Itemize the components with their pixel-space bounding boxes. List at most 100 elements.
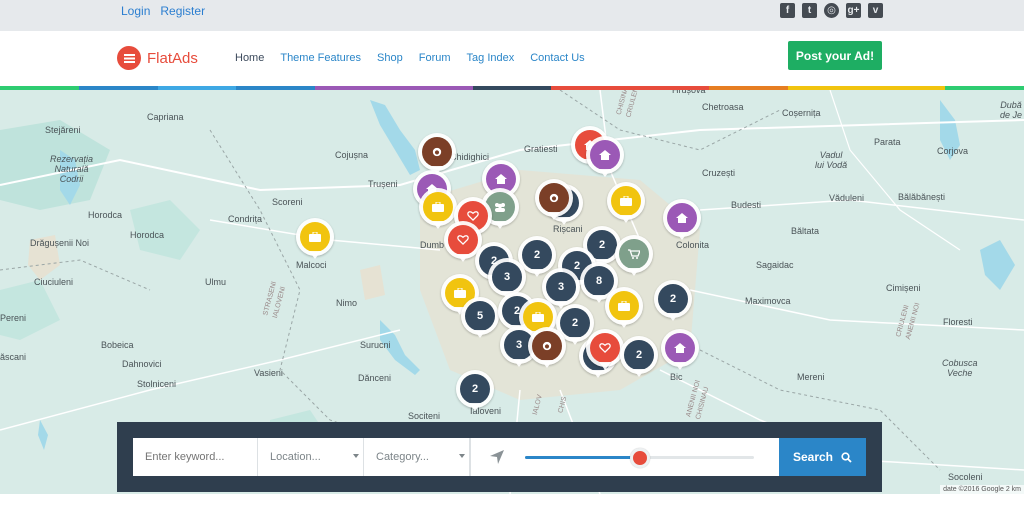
- map-place-label: Corjova: [937, 146, 969, 156]
- map-place-label: Capriana: [147, 112, 184, 122]
- location-select[interactable]: Location...: [258, 438, 364, 476]
- map-place-label: Chetroasa: [702, 102, 744, 112]
- briefcase-icon: [609, 291, 639, 321]
- briefcase-icon: [300, 222, 330, 252]
- radius-slider-handle[interactable]: [629, 448, 650, 468]
- map-place-label: Ulmu: [205, 277, 227, 287]
- map-place-label: Bobeica: [101, 340, 134, 350]
- map-marker[interactable]: [615, 235, 653, 276]
- map-place-label: Gratiesti: [524, 144, 558, 154]
- search-button[interactable]: Search: [779, 438, 866, 476]
- map-place-label: Vasieni: [254, 368, 283, 378]
- top-bar: Login Register f t ◎ g+ v: [0, 0, 1024, 31]
- map-place-label: Dahnovici: [122, 359, 162, 369]
- map-place-label: Bic: [670, 372, 683, 382]
- house-icon: [667, 203, 697, 233]
- map-marker[interactable]: [663, 199, 701, 240]
- map-marker[interactable]: [586, 136, 624, 177]
- map-place-label: Dumb: [420, 240, 445, 250]
- list-icon: [117, 46, 141, 70]
- post-ad-button[interactable]: Post your Ad!: [788, 41, 882, 70]
- search-button-label: Search: [792, 450, 834, 464]
- map-place-label: Trușeni: [368, 179, 398, 189]
- map-place-label: Colonita: [676, 240, 710, 250]
- map-cluster-marker[interactable]: 2: [456, 370, 494, 411]
- nav-contact-us[interactable]: Contact Us: [530, 52, 584, 64]
- map-place-label: Socoleni: [948, 472, 983, 482]
- cluster-count: 2: [624, 340, 654, 370]
- map-place-label: Rișcani: [553, 224, 583, 234]
- map-place-label: Cruzești: [702, 168, 736, 178]
- nav-forum[interactable]: Forum: [419, 52, 451, 64]
- map-marker[interactable]: [605, 287, 643, 328]
- map-marker[interactable]: [661, 329, 699, 370]
- map-place-label: Horodca: [130, 230, 165, 240]
- location-select-value: Location...: [270, 451, 321, 463]
- keyword-field[interactable]: [133, 438, 258, 476]
- map-marker[interactable]: [607, 182, 645, 223]
- map-place-label: Văduleni: [829, 193, 865, 203]
- map-cluster-marker[interactable]: 2: [620, 336, 658, 377]
- brand-name: FlatAds: [147, 49, 198, 67]
- map-place-label: Floresti: [943, 317, 973, 327]
- cluster-count: 2: [522, 240, 552, 270]
- auth-links: Login Register: [121, 4, 205, 18]
- map-marker[interactable]: [535, 179, 573, 220]
- cluster-count: 2: [460, 374, 490, 404]
- page-content: [0, 494, 1024, 525]
- map-place-label: Scoreni: [272, 197, 303, 207]
- cluster-count: 3: [546, 272, 576, 302]
- map-place-label: Cojușna: [335, 150, 369, 160]
- nav-tag-index[interactable]: Tag Index: [467, 52, 515, 64]
- map-place-label: Condrița: [228, 214, 263, 224]
- map-marker[interactable]: [528, 327, 566, 368]
- map-marker[interactable]: [419, 188, 457, 229]
- nav-home[interactable]: Home: [235, 52, 264, 64]
- location-arrow-icon[interactable]: [489, 449, 505, 465]
- social-links: f t ◎ g+ v: [780, 3, 883, 18]
- briefcase-icon: [611, 186, 641, 216]
- register-link[interactable]: Register: [160, 4, 205, 18]
- google-plus-icon[interactable]: g+: [846, 3, 861, 18]
- category-select-value: Category...: [376, 451, 429, 463]
- vimeo-icon[interactable]: v: [868, 3, 883, 18]
- radius-slider[interactable]: [525, 448, 754, 468]
- category-select[interactable]: Category...: [364, 438, 470, 476]
- map-marker[interactable]: [418, 133, 456, 174]
- search-icon: [841, 451, 852, 463]
- github-icon: [539, 183, 569, 213]
- map-marker[interactable]: [296, 218, 334, 259]
- twitter-icon[interactable]: t: [802, 3, 817, 18]
- dribbble-icon[interactable]: ◎: [824, 3, 839, 18]
- keyword-input[interactable]: [145, 451, 257, 463]
- login-link[interactable]: Login: [121, 4, 150, 18]
- map-cluster-marker[interactable]: 3: [488, 258, 526, 299]
- facebook-icon[interactable]: f: [780, 3, 795, 18]
- map-place-label: Bălăbănești: [898, 192, 946, 202]
- site-header: FlatAds Home Theme Features Shop Forum Tag I…: [0, 31, 1024, 86]
- nav-theme-features[interactable]: Theme Features: [280, 52, 361, 64]
- map-place-label: Surucni: [360, 340, 391, 350]
- house-icon: [665, 333, 695, 363]
- map-cluster-marker[interactable]: 5: [461, 297, 499, 338]
- map-place-label: Sociteni: [408, 411, 441, 421]
- map-place-label: Rezervația Naturală Codrii: [50, 154, 94, 184]
- map-place-label: Cobusca Veche: [942, 358, 978, 378]
- cluster-count: 8: [584, 266, 614, 296]
- map-place-label: Merenі: [797, 372, 825, 382]
- map-place-label: Budesti: [731, 200, 762, 210]
- search-form: Location... Category... Search: [133, 438, 866, 476]
- nav-shop[interactable]: Shop: [377, 52, 403, 64]
- cluster-count: 2: [658, 284, 688, 314]
- heart-icon: [590, 333, 620, 363]
- logo[interactable]: FlatAds: [117, 46, 198, 70]
- chevron-down-icon: [353, 454, 359, 458]
- map-place-label: Nimo: [336, 298, 358, 308]
- github-icon: [532, 331, 562, 361]
- map-place-label: Coșernița: [782, 108, 821, 118]
- chevron-down-icon: [459, 454, 465, 458]
- map-cluster-marker[interactable]: 2: [654, 280, 692, 321]
- map-place-label: Stejăreni: [45, 125, 81, 135]
- map-marker[interactable]: [586, 329, 624, 370]
- briefcase-icon: [423, 192, 453, 222]
